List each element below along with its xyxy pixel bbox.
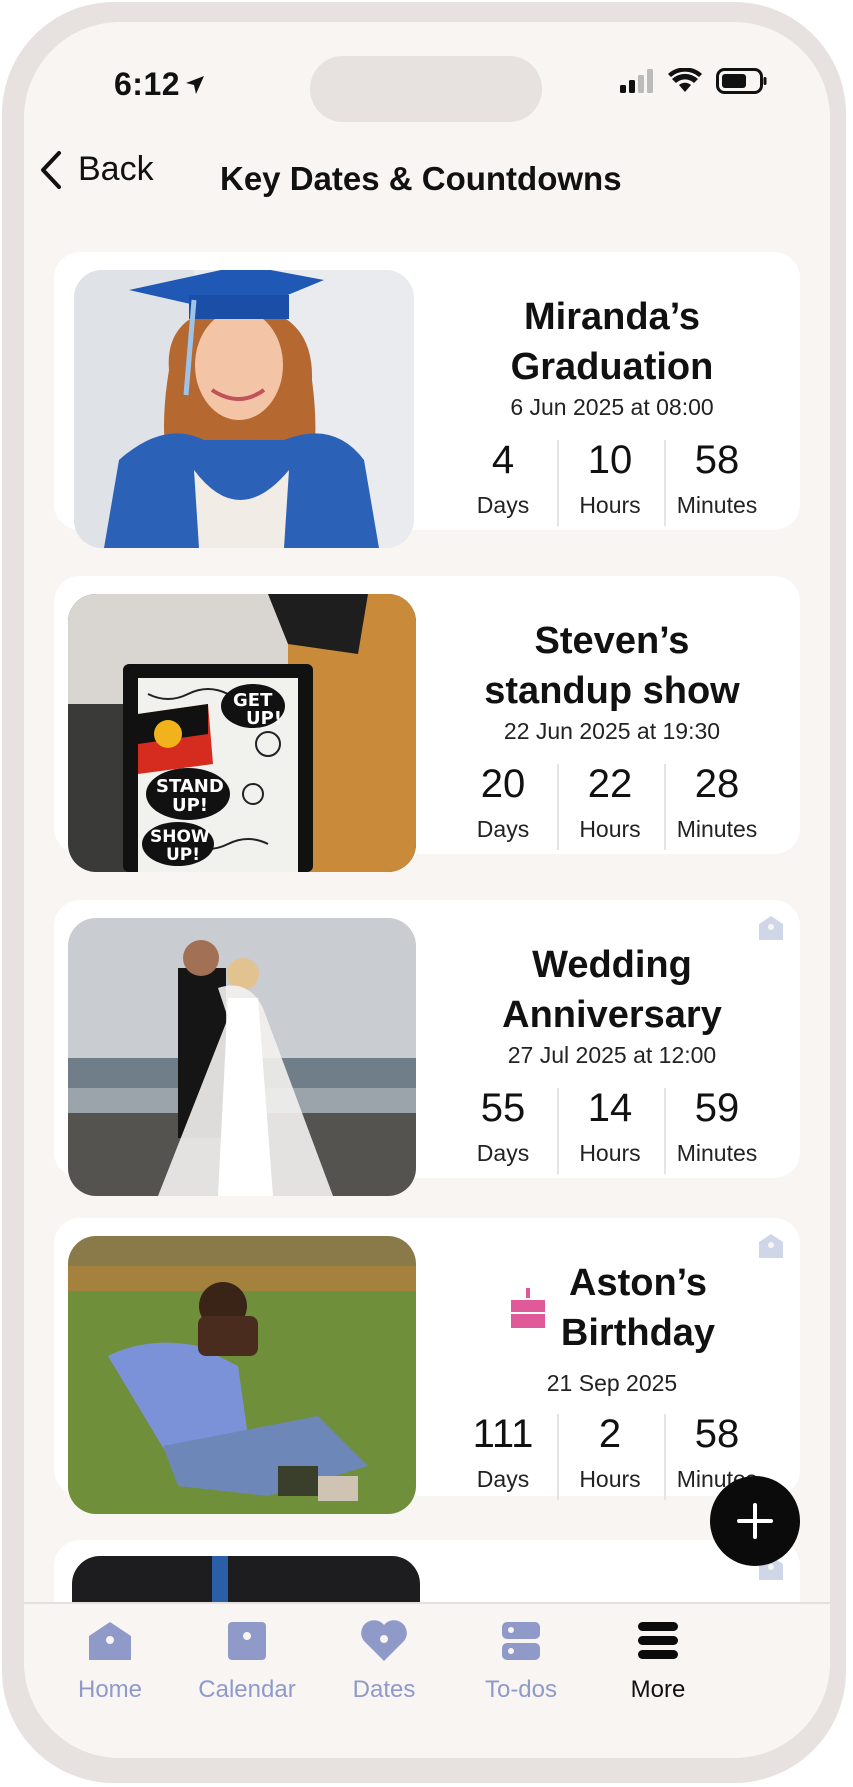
minutes-value: 58	[694, 438, 740, 482]
heart-icon	[361, 1620, 407, 1661]
minutes-value: 28	[694, 762, 740, 806]
event-card-standup[interactable]: GET UP! STAND UP! SHOW UP! Steven’s stan…	[54, 576, 800, 872]
countdown-hours: 2 Hours	[557, 1410, 663, 1500]
home-tag-icon	[759, 916, 783, 940]
event-title: Miranda’s Graduation	[510, 296, 714, 388]
tab-todos[interactable]: To-dos	[451, 1618, 591, 1704]
dynamic-island	[310, 56, 542, 122]
event-info: Steven’s standup show 22 Jun 2025 at 19:…	[440, 616, 784, 745]
event-info: Miranda’s Graduation 6 Jun 2025 at 08:00	[440, 292, 784, 421]
tab-calendar[interactable]: Calendar	[177, 1618, 317, 1704]
days-value: 55	[480, 1086, 526, 1130]
days-value: 4	[491, 438, 515, 482]
event-title: Wedding Anniversary	[502, 944, 722, 1036]
hours-label: Hours	[579, 492, 641, 518]
hours-value: 14	[587, 1086, 633, 1130]
birthday-photo	[68, 1236, 416, 1514]
minutes-value: 58	[694, 1412, 740, 1456]
countdown: 55 Days 14 Hours 59 Minutes	[450, 1084, 770, 1174]
minutes-value: 59	[694, 1086, 740, 1130]
event-info: Aston’s Birthday 21 Sep 2025	[440, 1258, 784, 1397]
tab-label: Calendar	[198, 1676, 296, 1703]
bottom-tab-bar: Home Calendar Dates To-dos More	[24, 1602, 830, 1758]
countdown: 111 Days 2 Hours 58 Minutes	[450, 1410, 770, 1500]
status-icons	[620, 68, 768, 94]
wifi-icon	[668, 68, 702, 92]
location-arrow-icon	[186, 75, 205, 94]
wedding-photo	[68, 918, 416, 1196]
hours-value: 10	[587, 438, 633, 482]
calendar-icon	[228, 1622, 266, 1660]
countdown-hours: 14 Hours	[557, 1084, 663, 1174]
days-label: Days	[476, 1466, 530, 1492]
nav-header: Back Key Dates & Countdowns	[24, 150, 830, 210]
event-date: 27 Jul 2025 at 12:00	[507, 1042, 717, 1068]
poster-text-4: UP!	[172, 795, 208, 816]
tab-label: More	[630, 1676, 686, 1703]
days-label: Days	[476, 492, 530, 518]
event-card-graduation[interactable]: Miranda’s Graduation 6 Jun 2025 at 08:00…	[54, 252, 800, 548]
clock-text: 6:12	[114, 66, 181, 102]
home-tag-icon	[759, 1234, 783, 1258]
event-title: Aston’s Birthday	[560, 1262, 716, 1354]
days-label: Days	[476, 816, 530, 842]
event-date: 21 Sep 2025	[546, 1370, 678, 1396]
countdown-hours: 10 Hours	[557, 436, 663, 526]
days-value: 111	[472, 1412, 534, 1456]
days-label: Days	[476, 1140, 530, 1166]
countdown-days: 4 Days	[450, 436, 556, 519]
poster-text-5: SHOW	[150, 827, 210, 847]
home-icon	[89, 1622, 131, 1660]
tab-dates[interactable]: Dates	[314, 1618, 454, 1704]
tab-more[interactable]: More	[588, 1618, 728, 1704]
days-value: 20	[480, 762, 526, 806]
title-row: Aston’s Birthday	[440, 1258, 784, 1358]
countdown: 20 Days 22 Hours 28 Minutes	[450, 760, 770, 850]
tab-label: Dates	[352, 1676, 416, 1703]
event-date: 6 Jun 2025 at 08:00	[510, 394, 714, 420]
countdown: 4 Days 10 Hours 58 Minutes	[450, 436, 770, 526]
countdown-days: 20 Days	[450, 760, 556, 843]
minutes-label: Minutes	[676, 816, 758, 842]
countdown-minutes: 58 Minutes	[664, 436, 770, 526]
event-date: 22 Jun 2025 at 19:30	[503, 718, 721, 744]
countdown-minutes: 59 Minutes	[664, 1084, 770, 1174]
signal-icon	[620, 69, 653, 93]
page-title: Key Dates & Countdowns	[220, 160, 622, 197]
tab-label: Home	[77, 1676, 143, 1703]
todos-icon	[502, 1622, 540, 1660]
poster-photo: GET UP! STAND UP! SHOW UP!	[68, 594, 416, 872]
event-card-birthday[interactable]: Aston’s Birthday 21 Sep 2025 111 Days 2 …	[54, 1218, 800, 1514]
poster-text-6: UP!	[166, 845, 200, 865]
event-title: Steven’s standup show	[484, 620, 740, 712]
event-card-anniversary[interactable]: Wedding Anniversary 27 Jul 2025 at 12:00…	[54, 900, 800, 1196]
hours-label: Hours	[579, 816, 641, 842]
back-label: Back	[78, 150, 154, 188]
countdown-days: 55 Days	[450, 1084, 556, 1167]
graduation-photo	[74, 270, 414, 548]
back-button[interactable]: Back	[40, 150, 154, 189]
hours-label: Hours	[579, 1466, 641, 1492]
hours-value: 22	[587, 762, 633, 806]
birthday-cake-icon	[510, 1288, 545, 1328]
poster-text-3: STAND	[156, 776, 224, 797]
countdown-days: 111 Days	[450, 1410, 556, 1493]
hours-value: 2	[598, 1412, 622, 1456]
minutes-label: Minutes	[676, 1140, 758, 1166]
status-time: 6:12	[114, 66, 206, 103]
event-info: Wedding Anniversary 27 Jul 2025 at 12:00	[440, 940, 784, 1069]
add-event-button[interactable]	[710, 1476, 800, 1566]
poster-text-2: UP!	[246, 708, 282, 729]
hours-label: Hours	[579, 1140, 641, 1166]
tab-label: To-dos	[484, 1676, 558, 1703]
battery-icon	[716, 68, 767, 94]
menu-icon	[638, 1622, 678, 1659]
tab-home[interactable]: Home	[40, 1618, 180, 1704]
countdown-minutes: 28 Minutes	[664, 760, 770, 850]
minutes-label: Minutes	[676, 492, 758, 518]
chevron-left-icon	[41, 150, 61, 189]
countdown-hours: 22 Hours	[557, 760, 663, 850]
app-screen: 6:12 Back Key Dates & Countdowns Miranda…	[24, 22, 830, 1758]
plus-icon	[737, 1503, 773, 1539]
